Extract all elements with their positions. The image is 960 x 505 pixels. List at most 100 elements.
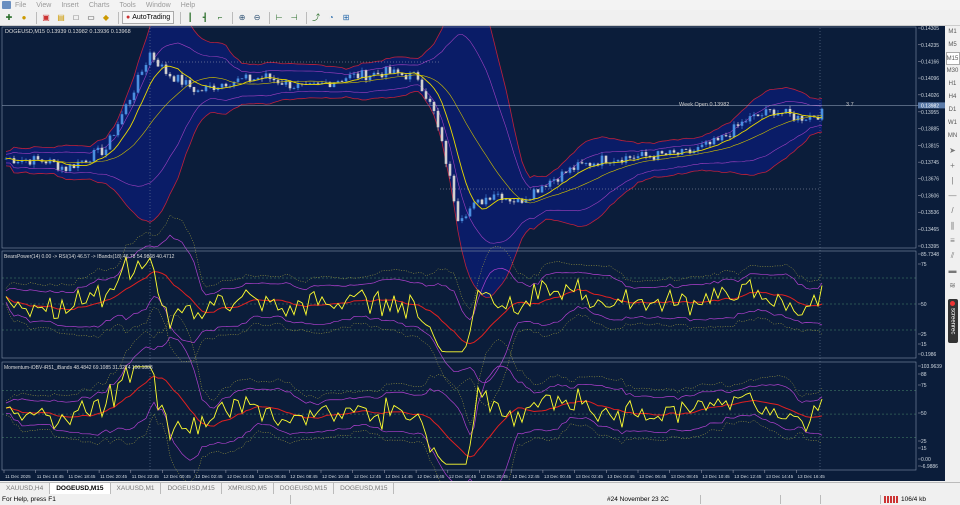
candle-body — [716, 138, 720, 141]
chart-tab[interactable]: DOGEUSD,M15 — [334, 483, 395, 494]
data-window-icon[interactable]: ▤ — [55, 12, 67, 24]
cursor-icon[interactable]: ➤ — [949, 143, 956, 158]
chart-shift-icon[interactable]: ⊣ — [288, 12, 300, 24]
candle-body — [740, 121, 744, 126]
menu-charts[interactable]: Charts — [89, 2, 110, 9]
price-tick-label: 0.14305 — [921, 26, 939, 32]
candle-body — [276, 80, 280, 84]
menu-insert[interactable]: Insert — [61, 2, 79, 9]
candle-body — [428, 98, 432, 102]
terminal-icon[interactable]: ▭ — [85, 12, 97, 24]
candle-body — [200, 90, 204, 92]
candle-body — [112, 135, 116, 137]
trendline-icon[interactable]: / — [951, 203, 953, 218]
chart-tab[interactable]: XAUUSD,H4 — [0, 483, 51, 494]
channel-icon[interactable]: ∥ — [951, 218, 955, 233]
candle-body — [576, 162, 580, 170]
time-tick-label: 11 Dec 2025 — [5, 474, 31, 479]
vertical-line-icon[interactable]: | — [951, 173, 953, 188]
timeframe-m30[interactable]: M30 — [947, 65, 959, 78]
timeframe-w1[interactable]: W1 — [948, 117, 957, 130]
candle-body — [560, 171, 564, 182]
time-tick-label: 13 Dec 00:45 — [544, 474, 572, 479]
bar-chart-icon[interactable]: ┃ — [184, 12, 196, 24]
candle-body — [292, 87, 296, 89]
navigator-icon[interactable]: □ — [70, 12, 82, 24]
status-help: For Help, press F1 — [2, 496, 56, 503]
candle-body — [484, 197, 488, 205]
pane3-title: Momentum-iOBV-iR51_iBands 48.4842 69.108… — [4, 365, 153, 371]
timeframe-d1[interactable]: D1 — [949, 104, 957, 117]
time-tick-label: 12 Dec 08:45 — [290, 474, 318, 479]
candle-body — [400, 73, 404, 76]
candle-body — [704, 141, 708, 145]
candle-body — [356, 73, 360, 79]
chart-tab[interactable]: DOGEUSD,M15 — [50, 483, 111, 494]
chart-tab[interactable]: DOGEUSD,M15 — [274, 483, 335, 494]
timeframe-m5[interactable]: M5 — [948, 39, 956, 52]
candlestick-icon[interactable]: ┫ — [199, 12, 211, 24]
timeframe-m15[interactable]: M15 — [945, 52, 960, 65]
time-tick-label: 12 Dec 12:45 — [354, 474, 382, 479]
candle-body — [636, 156, 640, 159]
price-tick-label: 0.14235 — [921, 43, 939, 49]
timeframe-h1[interactable]: H1 — [949, 78, 957, 91]
menu-file[interactable]: File — [15, 2, 26, 9]
candle-body — [568, 167, 572, 173]
menu-window[interactable]: Window — [146, 2, 171, 9]
candle-body — [376, 72, 380, 74]
chart-tab[interactable]: XMRUSD,M5 — [222, 483, 274, 494]
horizontal-line-icon[interactable]: — — [949, 188, 957, 203]
new-chart-icon[interactable]: ✚ — [3, 12, 15, 24]
pane3-tick-label: 15 — [921, 446, 927, 452]
timeframe-m1[interactable]: M1 — [948, 26, 956, 39]
crosshair-icon[interactable]: + — [950, 158, 955, 173]
candle-body — [792, 113, 796, 121]
chart-tab[interactable]: DOGEUSD,M15 — [161, 483, 222, 494]
candle-body — [464, 216, 468, 219]
templates-icon[interactable]: ⊞ — [340, 12, 352, 24]
time-tick-label: 12 Dec 22:45 — [512, 474, 540, 479]
strategy-tester-icon[interactable]: ◆ — [100, 12, 112, 24]
price-tick-label: 0.13745 — [921, 160, 939, 166]
chart-window[interactable]: 0.14305 0.14235 0.14166 0.14096 0.14026 0.139… — [0, 0, 945, 505]
menu-tools[interactable]: Tools — [119, 2, 135, 9]
pane3-tick-label: 25 — [921, 439, 927, 445]
time-tick-label: 12 Dec 06:45 — [259, 474, 287, 479]
timeframe-h4[interactable]: H4 — [949, 91, 957, 104]
zoom-in-icon[interactable]: ⊕ — [236, 12, 248, 24]
price-tick-label: 0.14026 — [921, 93, 939, 99]
candle-body — [416, 72, 420, 80]
screenrec-button[interactable]: screenrec — [947, 299, 958, 343]
candle-body — [132, 92, 136, 101]
candle-body — [184, 80, 188, 85]
app-logo-icon — [2, 1, 11, 9]
fib-fan-icon[interactable]: ≋ — [949, 278, 956, 293]
autotrading-button[interactable]: ● AutoTrading — [122, 11, 175, 24]
time-tick-label: 11 Dec 18:45 — [68, 474, 95, 479]
candle-body — [364, 70, 368, 81]
candle-body — [540, 186, 544, 193]
rectangle-icon[interactable]: ▬ — [949, 263, 957, 278]
periods-icon[interactable]: ◔ — [325, 12, 337, 24]
candle-body — [536, 189, 540, 193]
timeframe-mn[interactable]: MN — [948, 130, 957, 143]
candle-body — [44, 161, 48, 164]
pane3-tick-label: 103.9639 — [921, 364, 942, 370]
chart-canvas[interactable]: 0.14305 0.14235 0.14166 0.14096 0.14026 0.139… — [0, 0, 945, 505]
time-tick-label: 13 Dec 04:45 — [607, 474, 635, 479]
menu-help[interactable]: Help — [181, 2, 195, 9]
line-chart-icon[interactable]: ⌐ — [214, 12, 226, 24]
pane3-tick-label: 88 — [921, 372, 927, 378]
profiles-icon[interactable]: ● — [18, 12, 30, 24]
chart-tab[interactable]: XAUUSD,M1 — [111, 483, 162, 494]
pane2-title: BearsPower(14) 0.00 -> RSI(14) 46.57 -> … — [4, 254, 175, 260]
autoscroll-icon[interactable]: ⊢ — [273, 12, 285, 24]
zoom-out-icon[interactable]: ⊖ — [251, 12, 263, 24]
candle-body — [148, 52, 152, 66]
fibonacci-icon[interactable]: ≡ — [950, 233, 955, 248]
indicators-icon[interactable]: ⤴ — [310, 12, 322, 24]
gann-icon[interactable]: ⫽ — [951, 248, 955, 263]
market-watch-icon[interactable]: ▣ — [40, 12, 52, 24]
menu-view[interactable]: View — [36, 2, 51, 9]
